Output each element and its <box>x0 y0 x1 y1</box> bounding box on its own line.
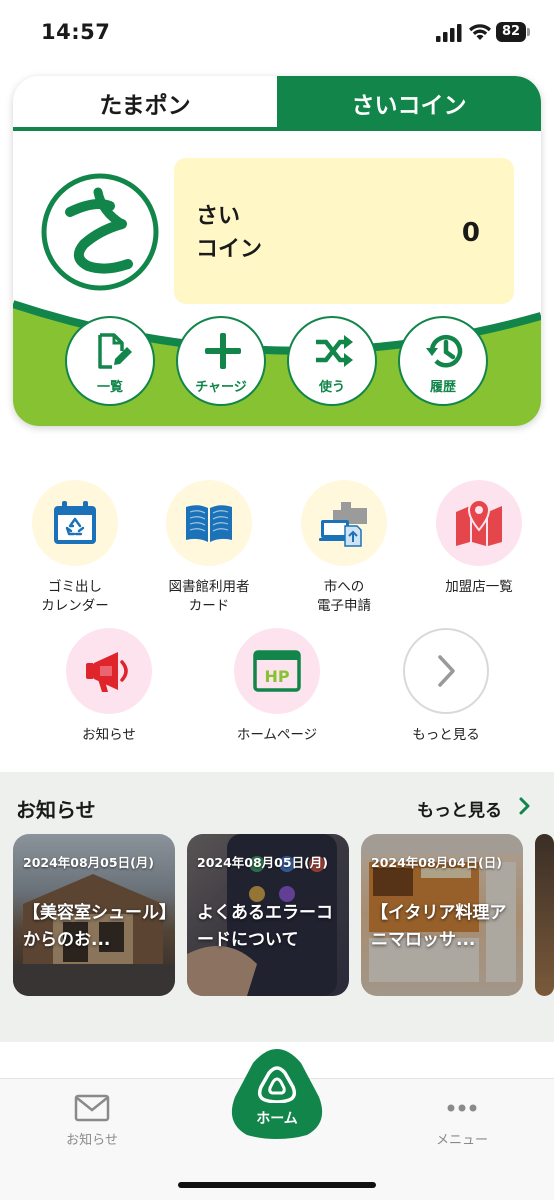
e-application-icon <box>319 502 367 547</box>
service-notices-line1: お知らせ <box>82 727 136 743</box>
service-stores-icon-bg <box>436 480 522 566</box>
action-use-label: 使う <box>318 380 345 395</box>
service-notices-label: お知らせ <box>44 726 174 745</box>
battery-level: 82 <box>496 22 526 42</box>
service-garbage-icon-bg <box>32 480 118 566</box>
service-e-application-line1: 市への <box>323 579 365 595</box>
history-icon <box>426 334 463 368</box>
news-card-4-partial[interactable] <box>535 834 554 996</box>
news-card-2[interactable]: 2024年08月05日(月) よくあるエラーコードについて <box>187 834 349 996</box>
battery-tip <box>527 28 530 36</box>
news-date: 2024年08月04日(日) <box>371 855 503 870</box>
tab-saicoin[interactable]: さいコイン <box>277 76 541 130</box>
service-library-icon-bg <box>166 480 252 566</box>
homepage-icon: HP <box>253 650 301 692</box>
tab-saicoin-label: さいコイン <box>351 93 467 119</box>
action-history-button[interactable]: 履歴 <box>398 316 488 406</box>
coin-card: たまポン さいコイン さい コイン 0 一覧 チャージ 使う 履歴 <box>13 76 541 426</box>
action-list-button[interactable]: 一覧 <box>65 316 155 406</box>
service-stores-label: 加盟店一覧 <box>414 578 544 597</box>
news-section: お知らせ もっと見る 2024年08月05日(月) 【美容室シュール】からのお.… <box>0 772 554 1042</box>
action-list-label: 一覧 <box>96 380 123 395</box>
service-library-label: 図書館利用者 カード <box>144 578 274 616</box>
service-homepage-icon-bg: HP <box>234 628 320 714</box>
book-icon <box>186 505 232 542</box>
recycle-calendar-icon <box>54 501 96 544</box>
action-charge-button[interactable]: チャージ <box>176 316 266 406</box>
tab-bar-notices[interactable]: お知らせ <box>42 1093 142 1148</box>
news-headline: よくあるエラーコードについて <box>197 903 333 950</box>
service-homepage-label: ホームページ <box>212 726 342 745</box>
coin-label-line2: コイン <box>196 237 263 262</box>
service-e-application-line2: 電子申請 <box>317 598 371 614</box>
service-notices-icon-bg <box>66 628 152 714</box>
chevron-right-icon <box>438 655 455 687</box>
service-homepage-line1: ホームページ <box>236 727 318 743</box>
service-more-icon-bg <box>403 628 489 714</box>
tab-tamapon[interactable]: たまポン <box>13 76 277 130</box>
news-headline: 【美容室シュール】からのお... <box>23 903 168 950</box>
coin-balance-box: さい コイン 0 <box>174 158 514 304</box>
status-bar: 14:57 82 <box>0 0 554 62</box>
service-e-application-label: 市への 電子申請 <box>279 578 409 616</box>
tab-underline <box>13 127 541 131</box>
action-charge-label: チャージ <box>195 380 247 395</box>
tab-bar-menu-label: メニュー <box>435 1133 488 1148</box>
service-more-label: もっと見る <box>381 726 511 745</box>
news-more-link[interactable]: もっと見る <box>417 796 502 821</box>
news-date: 2024年08月05日(月) <box>23 855 155 870</box>
service-more-line1: もっと見る <box>412 727 480 743</box>
action-use-button[interactable]: 使う <box>287 316 377 406</box>
tab-bar-home-button[interactable]: ホーム <box>229 1047 325 1139</box>
home-indicator <box>178 1182 376 1188</box>
news-date: 2024年08月05日(月) <box>197 855 329 870</box>
more-dots-icon <box>447 1104 477 1112</box>
service-garbage-line2: カレンダー <box>41 598 109 614</box>
news-card-1[interactable]: 2024年08月05日(月) 【美容室シュール】からのお... <box>13 834 175 996</box>
battery-indicator: 82 <box>496 22 532 42</box>
mail-icon <box>74 1094 110 1122</box>
news-headline: 【イタリア料理アニマロッサ... <box>371 903 507 950</box>
edit-document-icon <box>98 333 132 369</box>
shuffle-icon <box>316 335 353 367</box>
coin-label: さい コイン <box>196 200 276 266</box>
tab-bar-home-label: ホーム <box>256 1111 298 1127</box>
plus-icon <box>205 333 241 369</box>
tab-tamapon-label: たまポン <box>99 93 191 119</box>
home-logo-icon <box>257 1066 297 1103</box>
coin-label-line1: さい <box>196 204 241 229</box>
megaphone-icon <box>86 652 128 692</box>
status-time: 14:57 <box>41 20 111 44</box>
cellular-signal-icon <box>436 24 462 42</box>
service-garbage-label: ゴミ出し カレンダー <box>10 578 140 616</box>
chevron-right-icon[interactable] <box>518 796 532 816</box>
service-library-line2: カード <box>188 598 230 614</box>
map-pin-icon <box>456 498 502 546</box>
coin-balance: 0 <box>461 218 480 248</box>
saicoin-logo-icon <box>41 173 159 291</box>
news-card-3[interactable]: 2024年08月04日(日) 【イタリア料理アニマロッサ... <box>361 834 523 996</box>
news-title: お知らせ <box>16 798 96 822</box>
wifi-icon <box>469 24 491 40</box>
service-e-application-icon-bg <box>301 480 387 566</box>
service-library-line1: 図書館利用者 <box>168 579 250 595</box>
tab-bar-menu[interactable]: メニュー <box>412 1093 512 1148</box>
service-stores-line1: 加盟店一覧 <box>445 579 513 595</box>
service-garbage-line1: ゴミ出し <box>48 579 102 595</box>
action-history-label: 履歴 <box>429 380 456 395</box>
svg-text:HP: HP <box>264 667 289 686</box>
tab-bar-notices-label: お知らせ <box>66 1133 118 1148</box>
